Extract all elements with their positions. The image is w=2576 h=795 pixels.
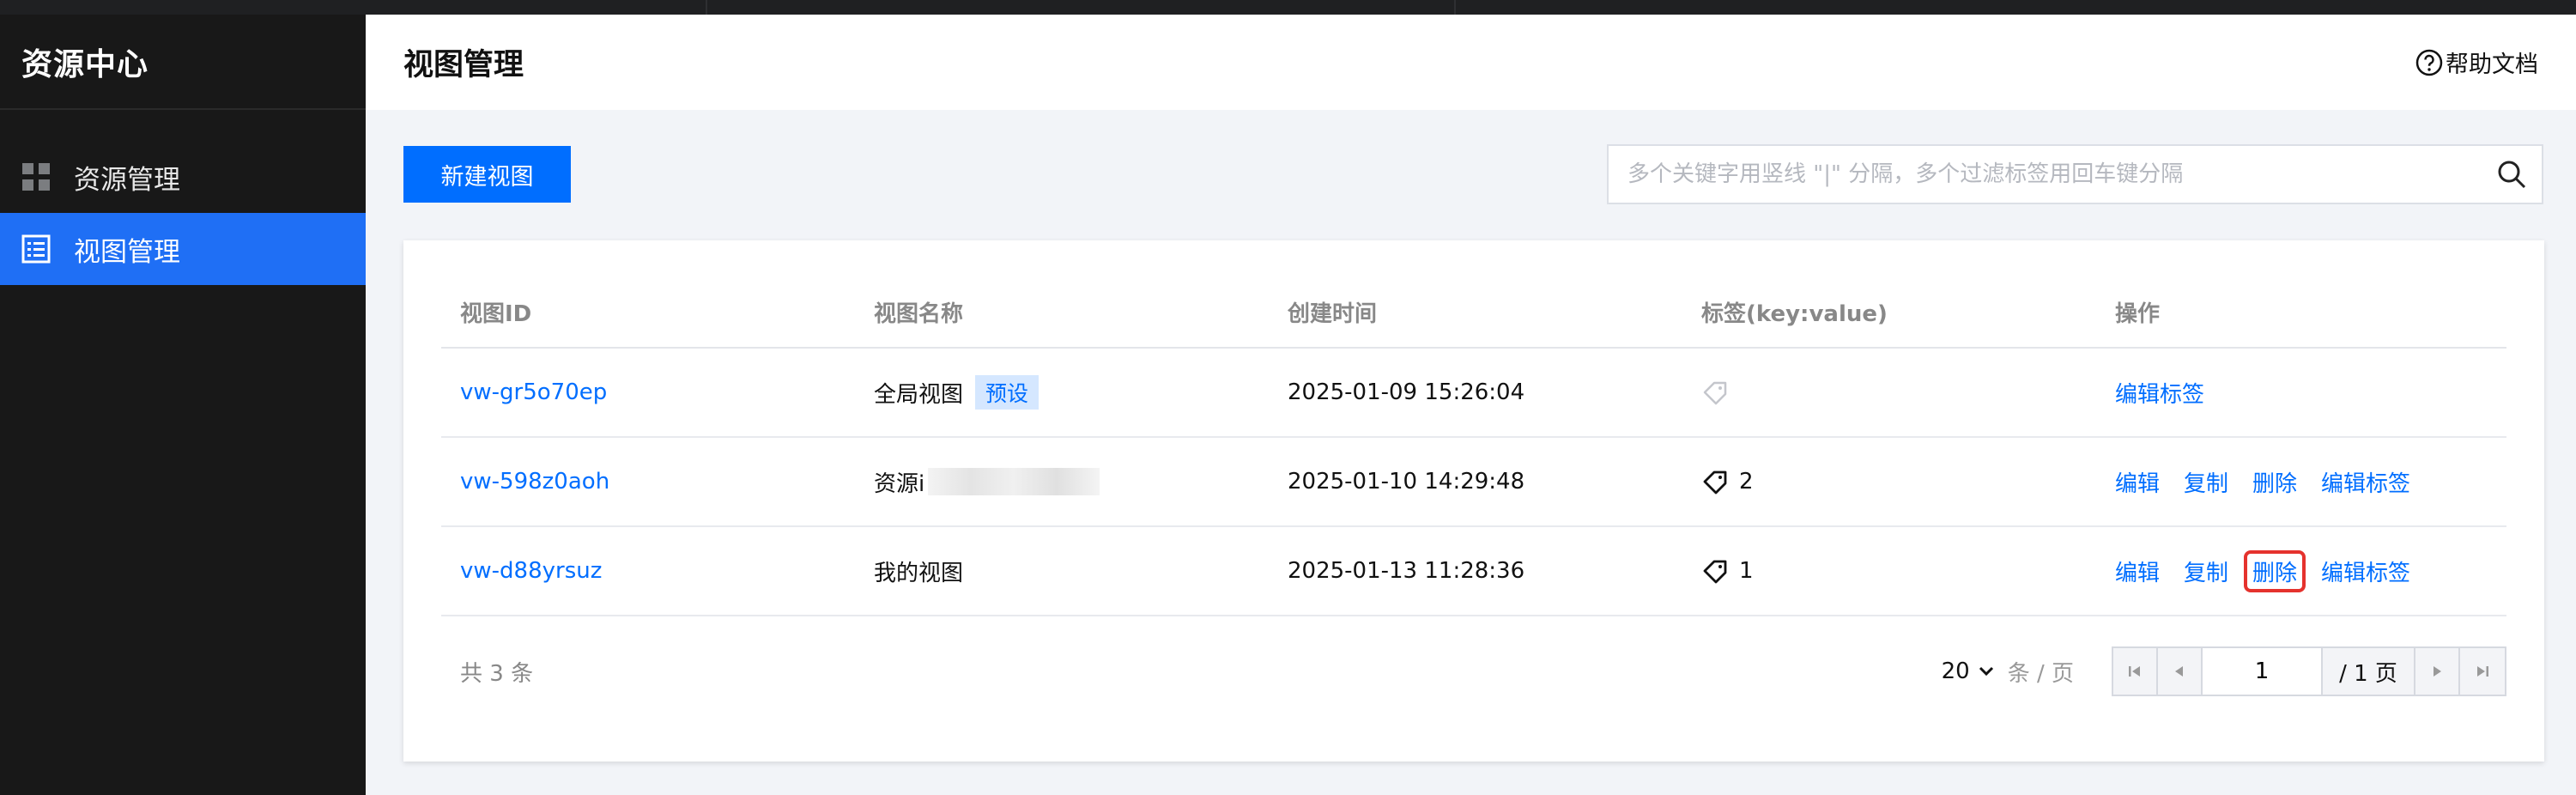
search-input[interactable] [1609,146,2495,203]
chevron-down-icon [1979,666,1993,677]
page-title: 视图管理 [403,48,524,82]
preset-badge: 预设 [975,375,1039,410]
grid-icon [22,163,50,191]
delete-link[interactable]: 删除 [2247,464,2302,500]
sidebar-nav: 资源管理 视图管理 [0,141,366,285]
tag-count: 1 [1739,558,1754,584]
column-header-tags: 标签(key:value) [1701,300,1888,327]
column-header-name: 视图名称 [874,300,964,327]
view-name: 我的视图 [874,560,964,586]
column-header-created: 创建时间 [1288,300,1378,327]
last-page-button[interactable] [2460,648,2505,695]
edit-link[interactable]: 编辑 [2115,464,2165,500]
total-pages: / 1 页 [2323,648,2415,695]
view-id-link[interactable]: vw-gr5o70ep [460,379,607,405]
table-footer: 共 3 条 20 条 / 页 1 / 1 页 [441,639,2506,704]
page-number-input[interactable] [2203,648,2323,695]
page-size-unit: 条 / 页 [2007,660,2074,687]
top-bar-divider [706,0,707,15]
tag-count: 2 [1739,469,1754,495]
first-page-button[interactable] [2113,648,2158,695]
next-page-button[interactable] [2415,648,2460,695]
page-controls: / 1 页 [2112,646,2506,696]
column-header-id: 视图ID [460,300,532,327]
created-time: 2025-01-13 11:28:36 [1288,558,1525,584]
redacted-text [928,468,1100,495]
view-name: 资源i [874,470,925,497]
pagination: 20 条 / 页 / 1 页 [1942,646,2506,696]
delete-link[interactable]: 删除 [2244,549,2306,592]
edit-tags-link[interactable]: 编辑标签 [2316,464,2415,500]
table-row: vw-gr5o70ep 全局视图 预设 2025-01-09 15:26:04 … [441,349,2506,438]
help-docs-label: 帮助文档 [2446,52,2538,78]
edit-tags-link[interactable]: 编辑标签 [2316,554,2415,589]
table-row: vw-598z0aoh 资源i 2025-01-10 14:29:48 2 编辑… [441,438,2506,527]
sidebar-item-resource-management[interactable]: 资源管理 [0,141,366,213]
tag-icon[interactable] [1701,378,1730,407]
views-table: 视图ID 视图名称 创建时间 标签(key:value) 操作 vw-gr5o7… [441,276,2506,616]
edit-tags-link[interactable]: 编辑标签 [2115,375,2209,410]
sidebar-item-view-management[interactable]: 视图管理 [0,213,366,285]
copy-link[interactable]: 复制 [2179,554,2234,589]
views-table-card: 视图ID 视图名称 创建时间 标签(key:value) 操作 vw-gr5o7… [403,240,2544,762]
edit-link[interactable]: 编辑 [2115,554,2165,589]
new-view-button[interactable]: 新建视图 [403,146,571,203]
list-view-icon [21,234,51,264]
sidebar-item-label: 资源管理 [74,164,180,196]
page-size-select[interactable]: 20 条 / 页 [1942,656,2074,688]
search-box [1607,144,2543,204]
last-page-icon [2477,666,2488,677]
page-header: 视图管理 帮助文档 [366,15,2576,110]
prev-page-button[interactable] [2158,648,2203,695]
column-header-actions: 操作 [2115,300,2161,327]
view-id-link[interactable]: vw-598z0aoh [460,469,609,495]
total-count: 共 3 条 [460,660,534,687]
view-name: 全局视图 [874,381,964,408]
top-bar [0,0,2576,15]
table-header: 视图ID 视图名称 创建时间 标签(key:value) 操作 [441,276,2506,349]
top-bar-divider [1454,0,1456,15]
copy-link[interactable]: 复制 [2179,464,2234,500]
first-page-icon [2129,666,2140,677]
tag-icon[interactable] [1701,556,1730,586]
page-size-value: 20 [1941,658,1970,684]
sidebar: 资源中心 资源管理 视图管理 [0,15,366,795]
sidebar-item-label: 视图管理 [74,236,180,268]
tag-icon[interactable] [1701,467,1730,496]
created-time: 2025-01-09 15:26:04 [1288,379,1525,405]
next-page-icon [2434,666,2441,677]
created-time: 2025-01-10 14:29:48 [1288,469,1525,495]
table-row: vw-d88yrsuz 我的视图 2025-01-13 11:28:36 1 编… [441,527,2506,616]
help-icon [2415,49,2443,76]
sidebar-brand: 资源中心 [0,15,366,110]
search-icon[interactable] [2495,158,2528,191]
help-docs-link[interactable]: 帮助文档 [2415,46,2538,79]
view-id-link[interactable]: vw-d88yrsuz [460,558,602,584]
prev-page-icon [2175,666,2183,677]
